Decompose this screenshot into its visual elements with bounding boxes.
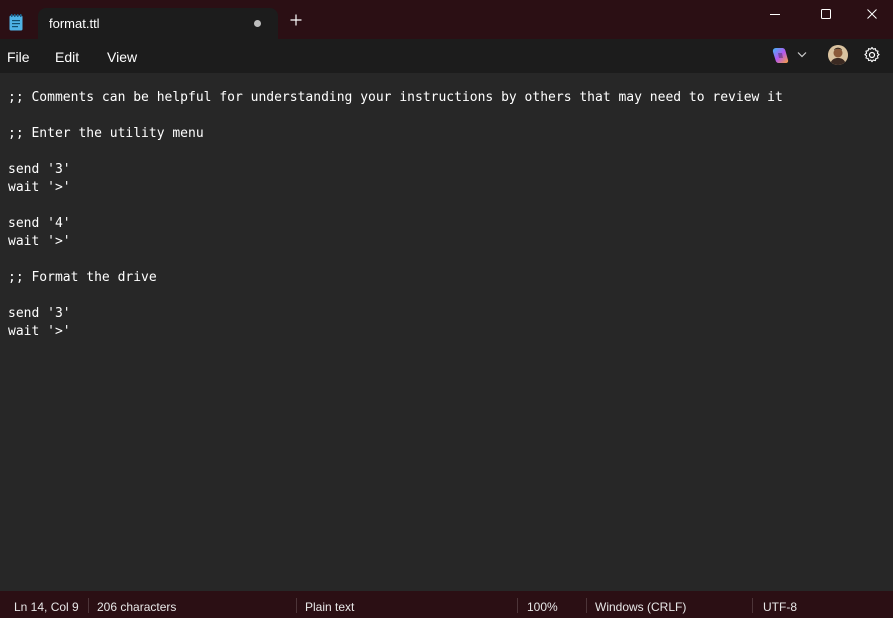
character-count: 206 characters <box>97 600 177 614</box>
editor-line-6[interactable]: wait '>' <box>8 179 71 197</box>
close-button[interactable] <box>849 0 893 28</box>
tab-title: format.ttl <box>49 16 100 31</box>
cursor-position[interactable]: Ln 14, Col 9 <box>14 600 79 614</box>
menu-file[interactable]: File <box>7 49 30 65</box>
copilot-icon[interactable] <box>771 47 789 64</box>
tab-format-ttl[interactable]: format.ttl <box>38 8 278 39</box>
encoding[interactable]: UTF-8 <box>763 600 797 614</box>
text-editor[interactable]: ;; Comments can be helpful for understan… <box>0 73 893 591</box>
avatar[interactable] <box>828 45 848 65</box>
editor-line-9[interactable]: wait '>' <box>8 233 71 251</box>
minimize-icon <box>770 14 780 15</box>
status-bar: Ln 14, Col 9 206 characters Plain text 1… <box>0 591 893 618</box>
editor-line-3[interactable]: ;; Enter the utility menu <box>8 125 204 143</box>
maximize-button[interactable] <box>803 0 849 28</box>
unsaved-dot-icon[interactable] <box>254 20 261 27</box>
plus-icon[interactable] <box>290 14 302 26</box>
editor-line-11[interactable]: ;; Format the drive <box>8 269 157 287</box>
close-icon <box>867 9 877 19</box>
status-divider <box>296 598 297 613</box>
editor-line-5[interactable]: send '3' <box>8 161 71 179</box>
editor-line-13[interactable]: send '3' <box>8 305 71 323</box>
menu-bar: File Edit View <box>0 39 893 73</box>
syntax-mode[interactable]: Plain text <box>305 600 354 614</box>
status-divider <box>517 598 518 613</box>
menu-view[interactable]: View <box>107 49 137 65</box>
user-avatar-icon <box>828 45 848 65</box>
notepad-icon <box>9 14 23 31</box>
menu-edit[interactable]: Edit <box>55 49 79 65</box>
editor-line-14[interactable]: wait '>' <box>8 323 71 341</box>
minimize-button[interactable] <box>752 0 798 28</box>
title-bar: format.ttl <box>0 0 893 39</box>
status-divider <box>88 598 89 613</box>
editor-line-1[interactable]: ;; Comments can be helpful for understan… <box>8 89 783 107</box>
gear-icon[interactable] <box>863 46 881 64</box>
maximize-icon <box>821 9 831 19</box>
zoom-level[interactable]: 100% <box>527 600 558 614</box>
status-divider <box>752 598 753 613</box>
status-divider <box>586 598 587 613</box>
chevron-down-icon[interactable] <box>797 51 807 58</box>
line-ending[interactable]: Windows (CRLF) <box>595 600 686 614</box>
editor-line-8[interactable]: send '4' <box>8 215 71 233</box>
